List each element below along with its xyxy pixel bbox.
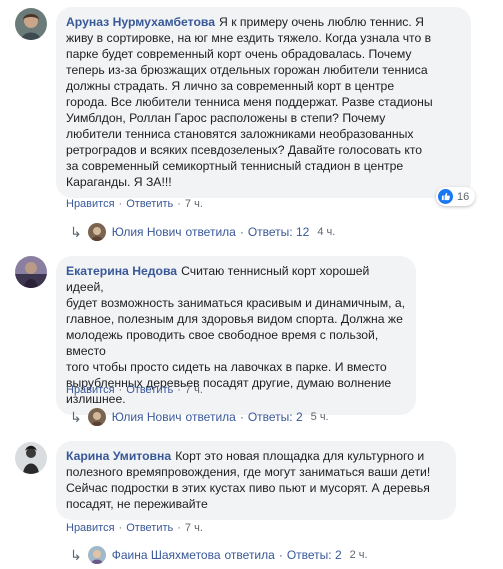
comment-line: Екатерина Недова Считаю теннисный корт хо…: [66, 264, 370, 294]
view-replies[interactable]: ↳ Юлия Нович ответила · Ответы: 12 4 ч.: [70, 221, 335, 243]
comment-line: посадят, не переживайте: [66, 497, 208, 511]
reply-author[interactable]: Юлия Нович: [112, 225, 182, 239]
comment-actions: Нравится · Ответить · 7 ч.: [66, 384, 203, 396]
reply-sep: ·: [239, 225, 244, 239]
replies-count[interactable]: Ответы: 12: [248, 225, 309, 239]
comment-line: Караганды. Я ЗА!!!: [66, 175, 172, 189]
comment-line: города. Все любители тенниса меня поддер…: [66, 95, 433, 109]
reply-link[interactable]: Ответить: [126, 198, 173, 210]
reply-time: 4 ч.: [317, 226, 336, 238]
comment-time[interactable]: 7 ч.: [185, 198, 203, 210]
comment-bubble: Аруназ Нурмухамбетова Я к примеру очень л…: [56, 7, 471, 198]
reply-time: 2 ч.: [349, 549, 368, 561]
comment-line: Аруназ Нурмухамбетова Я к примеру очень л…: [66, 15, 424, 29]
comment-bubble: Карина Умитовна Корт это новая площадка д…: [56, 441, 456, 520]
comment-author[interactable]: Екатерина Недова: [66, 264, 177, 278]
comment-line: любители тенниса становятся заложниками …: [66, 127, 414, 141]
comment-line: будет возможность заниматься красивым и …: [66, 296, 406, 310]
reply-time: 5 ч.: [310, 411, 329, 423]
reply-verb: ответила: [224, 548, 275, 562]
like-link[interactable]: Нравится: [66, 522, 115, 534]
reply-arrow-icon: ↳: [70, 223, 82, 240]
comment-actions: Нравится · Ответить · 7 ч.: [66, 522, 203, 534]
reply-arrow-icon: ↳: [70, 546, 82, 563]
comment-line: главное, полезным для здоровья видом спо…: [66, 312, 403, 326]
reactions-count: 16: [457, 190, 470, 203]
reply-author[interactable]: Фаина Шаяхметова: [112, 548, 221, 562]
comment-time[interactable]: 7 ч.: [185, 522, 203, 534]
reply-link[interactable]: Ответить: [126, 384, 173, 396]
replies-count[interactable]: Ответы: 2: [287, 548, 342, 562]
avatar[interactable]: [15, 442, 47, 474]
comment-line: теперь из-за брюзжащих отдельных горожан…: [66, 63, 428, 77]
comment-line: ретроградов и всяких псевдозеленых? Дава…: [66, 143, 423, 157]
comment-line: за современный семикортный теннисный ста…: [66, 159, 404, 173]
reply-verb: ответила: [185, 410, 236, 424]
reactions-badge[interactable]: 16: [436, 187, 476, 206]
like-link[interactable]: Нравится: [66, 384, 115, 396]
thumbs-up-icon: [438, 189, 453, 204]
comment-line: живу в сортировке, на юг мне ездить тяже…: [66, 31, 432, 45]
avatar[interactable]: [15, 256, 47, 288]
reply-author[interactable]: Юлия Нович: [112, 410, 182, 424]
comment-time[interactable]: 7 ч.: [185, 384, 203, 396]
comment-line: парке будет современный корт очень обрад…: [66, 47, 412, 61]
like-link[interactable]: Нравится: [66, 198, 115, 210]
view-replies[interactable]: ↳ Юлия Нович ответила · Ответы: 2 5 ч.: [70, 406, 329, 428]
reply-verb: ответила: [185, 225, 236, 239]
comment-line: должны страдать. Я лично за современный …: [66, 79, 395, 93]
replies-count[interactable]: Ответы: 2: [248, 410, 303, 424]
avatar[interactable]: [15, 8, 47, 40]
comment-line: полезного времяпровождения, где могут за…: [66, 465, 431, 479]
comment-line: Сейчас подростки в этих кустах пиво пьют…: [66, 481, 430, 495]
reply-arrow-icon: ↳: [70, 408, 82, 425]
reply-avatar: [87, 408, 106, 426]
comment-line: того чтобы просто сидеть на лавочках в п…: [66, 360, 387, 374]
reply-avatar: [87, 546, 106, 564]
reply-link[interactable]: Ответить: [126, 522, 173, 534]
comment-line: Уимблдон, Роллан Гарос расположены в сте…: [66, 111, 386, 125]
reply-sep: ·: [239, 410, 244, 424]
comment-line: молодежь проводить свое свободное время …: [66, 328, 379, 358]
view-replies[interactable]: ↳ Фаина Шаяхметова ответила · Ответы: 2 …: [70, 544, 368, 566]
reply-avatar: [87, 223, 106, 241]
comment-author[interactable]: Аруназ Нурмухамбетова: [66, 15, 215, 29]
reply-sep: ·: [278, 548, 283, 562]
comment-actions: Нравится · Ответить · 7 ч.: [66, 198, 203, 210]
comment-author[interactable]: Карина Умитовна: [66, 449, 171, 463]
comment-line: Карина Умитовна Корт это новая площадка д…: [66, 449, 425, 463]
